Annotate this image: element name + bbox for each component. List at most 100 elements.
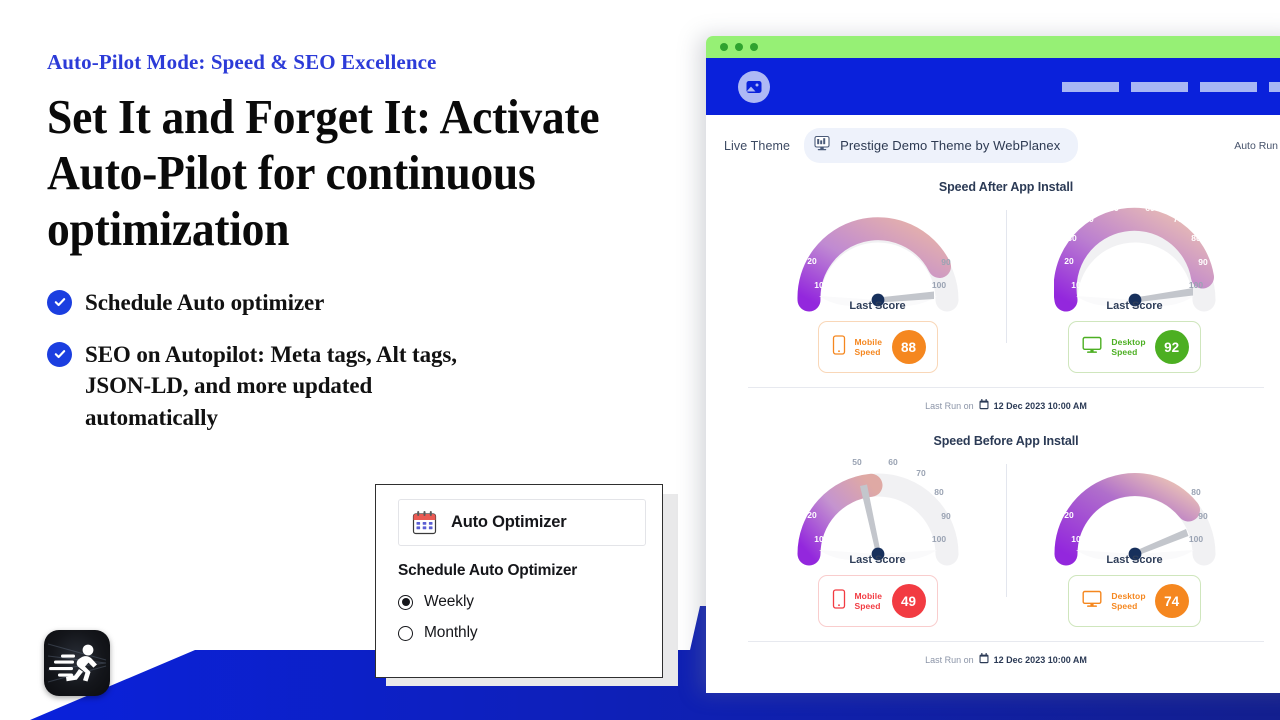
- section-title-before: Speed Before App Install: [933, 434, 1079, 448]
- svg-text:30: 30: [810, 233, 820, 243]
- svg-text:60: 60: [888, 457, 898, 467]
- navbar-placeholder-item[interactable]: [1200, 81, 1257, 92]
- window-dot-close-icon[interactable]: [720, 43, 728, 51]
- window-dot-maximize-icon[interactable]: [750, 43, 758, 51]
- list-item-label: SEO on Autopilot: Meta tags, Alt tags, J…: [85, 341, 457, 430]
- svg-text:70: 70: [916, 214, 926, 224]
- list-item: SEO on Autopilot: Meta tags, Alt tags, J…: [47, 339, 667, 434]
- check-circle-icon: [47, 289, 72, 315]
- list-item-label: Schedule Auto optimizer: [85, 289, 325, 315]
- score-badge: 74: [1154, 584, 1189, 618]
- navbar-placeholder-item[interactable]: [1062, 81, 1119, 92]
- gauge-column-desktop-after: 10 20 30 40 50 60 70 80 90 100 Last Scor…: [1019, 196, 1251, 373]
- gauge-desktop-after: 10 20 30 40 50 60 70 80 90 100 Last Scor…: [1053, 196, 1216, 314]
- gauge-pair-before: 10 20 30 40 50 60 70 80 90 100 Last Scor…: [706, 450, 1280, 627]
- svg-text:10: 10: [814, 534, 824, 544]
- device-label-line2: Speed: [854, 347, 881, 357]
- desktop-monitor-icon: [1082, 590, 1102, 613]
- calendar-small-icon: [979, 397, 989, 415]
- gauge-caption: Last Score: [1106, 554, 1163, 566]
- mobile-phone-icon: [832, 588, 846, 614]
- svg-text:10: 10: [814, 280, 824, 290]
- svg-text:50: 50: [852, 203, 862, 213]
- browser-titlebar: [706, 36, 1280, 58]
- svg-text:30: 30: [810, 487, 820, 497]
- app-navbar: [706, 58, 1280, 115]
- last-run-label: Last Run on: [925, 655, 974, 665]
- device-label-line1: Desktop: [1111, 590, 1146, 601]
- score-card-label: Desktop Speed: [1111, 337, 1145, 358]
- app-browser-window: Live Theme Prestige Demo Theme by WebPla…: [706, 36, 1280, 693]
- radio-button-monthly[interactable]: [398, 625, 413, 641]
- section-title-after: Speed After App Install: [938, 180, 1074, 194]
- last-run-date: 12 Dec 2023 10:00 AM: [993, 655, 1087, 665]
- section-divider: [748, 387, 1264, 388]
- svg-text:90: 90: [1198, 511, 1208, 521]
- score-card-desktop-before: Desktop Speed 74: [1068, 575, 1201, 627]
- section-divider: [748, 641, 1264, 642]
- navbar-placeholder-item[interactable]: [1131, 81, 1188, 92]
- svg-text:20: 20: [807, 256, 817, 266]
- score-card-mobile-after: Mobile Speed 88: [817, 321, 938, 373]
- list-item: Schedule Auto optimizer: [47, 287, 667, 319]
- auto-optimizer-popup: Auto Optimizer Schedule Auto Optimizer W…: [375, 484, 663, 678]
- slide-eyebrow: Auto-Pilot Mode: Speed & SEO Excellence: [47, 50, 437, 74]
- score-card-label: Mobile Speed: [855, 591, 883, 612]
- svg-text:30: 30: [1067, 487, 1077, 497]
- svg-text:40: 40: [1084, 468, 1094, 478]
- calendar-small-icon: [979, 651, 989, 669]
- calendar-icon: [411, 509, 438, 536]
- score-card-label: Desktop Speed: [1111, 591, 1145, 612]
- svg-text:100: 100: [931, 280, 945, 290]
- svg-text:80: 80: [1191, 233, 1201, 243]
- gauge-caption: Last Score: [849, 300, 906, 312]
- image-placeholder-logo-icon[interactable]: [738, 70, 770, 103]
- theme-name: Prestige Demo Theme by WebPlanex: [840, 138, 1061, 153]
- svg-text:100: 100: [931, 534, 945, 544]
- svg-text:80: 80: [934, 487, 944, 497]
- slide-canvas: Auto-Pilot Mode: Speed & SEO Excellence …: [0, 0, 1280, 720]
- mobile-phone-icon: [832, 334, 846, 360]
- navbar-placeholder-item[interactable]: [1269, 81, 1280, 92]
- svg-text:60: 60: [1145, 457, 1155, 467]
- last-run-row-before: Last Run on 12 Dec 2023 10:00 AM: [706, 651, 1280, 669]
- radio-option-weekly[interactable]: Weekly: [398, 593, 646, 611]
- theme-selector-pill[interactable]: Prestige Demo Theme by WebPlanex: [804, 128, 1079, 163]
- last-run-date: 12 Dec 2023 10:00 AM: [993, 401, 1087, 411]
- auto-optimizer-header[interactable]: Auto Optimizer: [398, 499, 646, 546]
- svg-text:80: 80: [1191, 487, 1201, 497]
- gauge-pair-after: 10 20 30 40 50 60 70 80 90 100 Last Scor…: [706, 196, 1280, 373]
- running-man-logo-icon: [44, 630, 110, 696]
- gauge-caption: Last Score: [849, 554, 906, 566]
- svg-text:40: 40: [827, 214, 837, 224]
- svg-text:60: 60: [1145, 203, 1155, 213]
- score-card-mobile-before: Mobile Speed 49: [817, 575, 938, 627]
- gauge-column-desktop-before: 10 20 30 40 50 60 70 80 90 100 Last Scor…: [1019, 450, 1251, 627]
- slide-headline: Set It and Forget It: Activate Auto-Pilo…: [47, 89, 600, 256]
- live-theme-row: Live Theme Prestige Demo Theme by WebPla…: [706, 115, 1280, 163]
- svg-text:10: 10: [1071, 534, 1081, 544]
- last-run-label: Last Run on: [925, 401, 974, 411]
- radio-label-monthly: Monthly: [424, 624, 478, 641]
- score-badge: 92: [1154, 330, 1189, 364]
- gauge-mobile-before: 10 20 30 40 50 60 70 80 90 100 Last Scor…: [796, 450, 959, 568]
- svg-text:100: 100: [1188, 534, 1202, 544]
- monitor-theme-icon: [813, 134, 831, 157]
- svg-text:70: 70: [1173, 468, 1183, 478]
- svg-text:20: 20: [1064, 510, 1074, 520]
- radio-label-weekly: Weekly: [424, 593, 474, 610]
- radio-button-weekly[interactable]: [398, 594, 413, 610]
- gauge-divider: [1005, 464, 1007, 597]
- score-card-label: Mobile Speed: [855, 337, 883, 358]
- gauge-column-mobile-before: 10 20 30 40 50 60 70 80 90 100 Last Scor…: [762, 450, 994, 627]
- svg-text:80: 80: [934, 233, 944, 243]
- score-badge: 88: [891, 330, 926, 364]
- svg-text:10: 10: [1071, 280, 1081, 290]
- gauge-column-mobile-after: 10 20 30 40 50 60 70 80 90 100 Last Scor…: [762, 196, 994, 373]
- svg-text:50: 50: [1109, 203, 1119, 213]
- svg-text:30: 30: [1067, 233, 1077, 243]
- window-dot-minimize-icon[interactable]: [735, 43, 743, 51]
- device-label-line1: Mobile: [854, 336, 883, 347]
- radio-option-monthly[interactable]: Monthly: [398, 624, 646, 642]
- device-label-line1: Desktop: [1111, 336, 1146, 347]
